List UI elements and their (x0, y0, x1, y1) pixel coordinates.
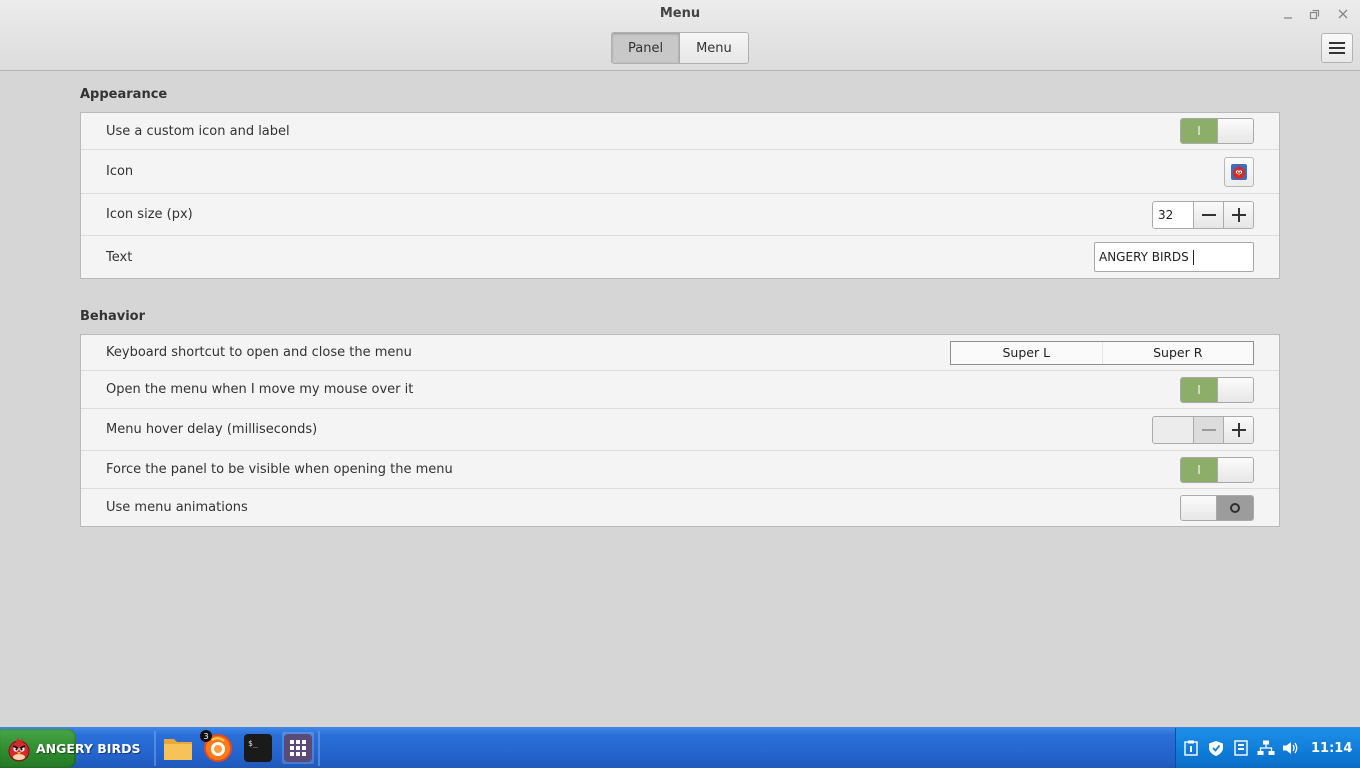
tray-update[interactable] (1228, 728, 1253, 768)
force-visible-row: Force the panel to be visible when openi… (81, 451, 1279, 489)
switch-on-indicator: I (1181, 119, 1217, 143)
minus-icon (1201, 213, 1216, 216)
force-visible-label: Force the panel to be visible when openi… (106, 462, 453, 477)
volume-icon (1282, 742, 1297, 754)
minimize-button[interactable] (1277, 4, 1299, 24)
folder-icon (164, 739, 192, 760)
app-grid-icon (284, 734, 312, 762)
text-entry[interactable]: ANGERY BIRDS (1094, 242, 1254, 272)
maximize-button[interactable] (1303, 4, 1325, 24)
clipboard-icon (1183, 740, 1198, 756)
clock[interactable]: 11:14 (1311, 741, 1352, 756)
shortcut-keybinding: Super L Super R (950, 340, 1254, 365)
app-grid-launcher[interactable] (282, 732, 314, 764)
plus-icon (1231, 422, 1246, 437)
hover-delay-spinner (1152, 415, 1254, 444)
minimize-icon (1284, 17, 1292, 19)
tray-volume[interactable] (1278, 728, 1303, 768)
text-row: Text ANGERY BIRDS (81, 236, 1279, 278)
animations-label: Use menu animations (106, 500, 248, 515)
taskbar-separator (154, 731, 156, 766)
switch-knob (1181, 495, 1217, 520)
shortcut-label: Keyboard shortcut to open and close the … (106, 345, 412, 360)
header-bar: Menu Panel Menu (0, 0, 1360, 71)
hover-delay-row: Menu hover delay (milliseconds) (81, 409, 1279, 451)
icon-size-value[interactable]: 32 (1153, 201, 1193, 228)
window-title: Menu (659, 6, 701, 21)
icon-size-spinner: 32 (1152, 200, 1254, 229)
files-launcher[interactable] (162, 732, 194, 764)
text-label: Text (106, 249, 133, 265)
taskbar-separator (318, 731, 320, 766)
switch-knob (1217, 119, 1253, 143)
icon-size-label: Icon size (px) (106, 207, 193, 222)
close-button[interactable] (1332, 4, 1354, 24)
tray-network[interactable] (1253, 728, 1278, 768)
icon-chooser-button[interactable] (1224, 156, 1254, 187)
switch-on-indicator: I (1181, 377, 1217, 402)
icon-label: Icon (106, 164, 134, 179)
hover-delay-value[interactable] (1153, 416, 1193, 443)
keybinding-secondary[interactable]: Super R (1101, 341, 1254, 364)
maximize-icon (1309, 9, 1319, 19)
hover-delay-label: Menu hover delay (milliseconds) (106, 422, 318, 437)
hamburger-icon (1329, 42, 1345, 54)
animations-switch[interactable] (1180, 494, 1254, 521)
appearance-frame: Use a custom icon and label I Icon Icon … (80, 112, 1280, 279)
force-visible-switch[interactable]: I (1180, 456, 1254, 483)
hover-delay-increment-button[interactable] (1223, 416, 1253, 443)
tab-menu[interactable]: Menu (680, 33, 748, 63)
icon-size-decrement-button[interactable] (1193, 201, 1223, 228)
plus-icon (1231, 207, 1246, 222)
keybinding-primary[interactable]: Super L (951, 342, 1102, 364)
system-tray: 11:14 (1175, 728, 1360, 768)
custom-icon-label: Use a custom icon and label (106, 123, 290, 139)
network-icon (1257, 740, 1274, 755)
hover-open-switch[interactable]: I (1180, 376, 1254, 403)
hover-open-row: Open the menu when I move my mouse over … (81, 371, 1279, 409)
switch-knob (1217, 377, 1253, 402)
appearance-heading: Appearance (80, 87, 168, 102)
animations-row: Use menu animations (81, 489, 1279, 526)
icon-size-row: Icon size (px) 32 (81, 194, 1279, 236)
terminal-launcher[interactable]: $_ (242, 732, 274, 764)
start-menu-label: ANGERY BIRDS (36, 741, 141, 756)
stack-switcher: Panel Menu (611, 32, 749, 64)
custom-icon-row: Use a custom icon and label I (81, 113, 1279, 150)
icon-size-increment-button[interactable] (1223, 201, 1253, 228)
terminal-icon: $_ (244, 734, 272, 762)
shortcut-row: Keyboard shortcut to open and close the … (81, 335, 1279, 371)
text-entry-value: ANGERY BIRDS (1099, 250, 1189, 264)
hover-delay-decrement-button[interactable] (1193, 416, 1223, 443)
update-icon (1233, 740, 1248, 756)
off-circle-icon (1230, 502, 1240, 513)
angry-bird-icon (1231, 163, 1247, 180)
text-cursor (1192, 249, 1194, 265)
behavior-heading: Behavior (80, 309, 146, 324)
firefox-notification-badge: 3 (200, 730, 212, 742)
switch-on-indicator: I (1181, 457, 1217, 482)
angry-bird-icon (8, 737, 30, 762)
main-menu-button[interactable] (1321, 33, 1353, 63)
behavior-frame: Keyboard shortcut to open and close the … (80, 334, 1280, 527)
custom-icon-switch[interactable]: I (1180, 118, 1254, 144)
shield-icon (1208, 740, 1223, 756)
tab-panel[interactable]: Panel (612, 33, 681, 63)
tray-security[interactable] (1203, 728, 1228, 768)
switch-knob (1217, 457, 1253, 482)
minus-icon (1201, 428, 1216, 431)
switch-off-indicator (1217, 495, 1253, 520)
close-icon (1338, 9, 1348, 19)
icon-row: Icon (81, 150, 1279, 194)
tray-clipboard[interactable] (1178, 728, 1203, 768)
svg-text:$_: $_ (248, 739, 258, 748)
hover-open-label: Open the menu when I move my mouse over … (106, 382, 414, 397)
